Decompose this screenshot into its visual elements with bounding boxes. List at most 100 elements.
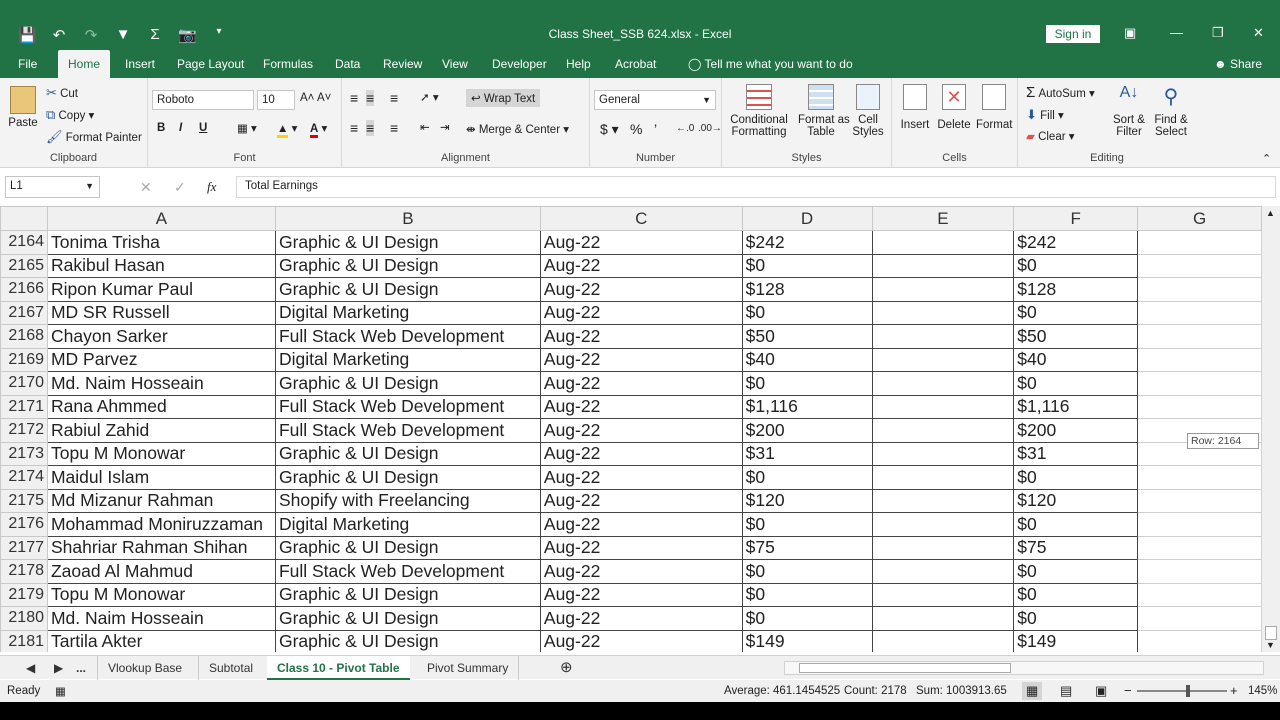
cell-earnings[interactable]: $0 [741,253,873,278]
bold-button[interactable]: B [157,122,165,134]
cell-total-earnings[interactable]: $0 [1013,606,1139,631]
cell-total-earnings[interactable]: $0 [1013,465,1139,490]
cell-earnings[interactable]: $0 [741,606,873,631]
cell-empty[interactable] [1137,512,1262,537]
cell-total-earnings[interactable]: $0 [1013,582,1139,607]
decrease-decimal-icon[interactable]: .00→ [698,123,722,134]
row-header[interactable]: 2179 [0,582,48,607]
cell-empty[interactable] [1137,488,1262,513]
cell-month[interactable]: Aug-22 [539,441,743,466]
cell-empty[interactable] [1137,347,1262,372]
cell-empty[interactable] [1137,559,1262,584]
zoom-level[interactable]: 145% [1248,685,1277,697]
cell-name[interactable]: Md. Naim Hosseain [46,371,276,396]
cell-earnings[interactable]: $149 [741,629,873,652]
page-layout-view-icon[interactable]: ▤ [1060,683,1072,699]
tab-review[interactable]: Review [373,50,432,78]
cell-name[interactable]: MD SR Russell [46,300,276,325]
align-center-icon[interactable]: ≡ [366,120,375,136]
decrease-indent-icon[interactable]: ⇤ [420,120,430,134]
cell-name[interactable]: Md. Naim Hosseain [46,606,276,631]
cell-month[interactable]: Aug-22 [539,559,743,584]
autosum-button[interactable]: Σ AutoSum ▾ [1026,84,1095,101]
row-header[interactable]: 2170 [0,371,48,396]
cell-empty[interactable] [871,559,1015,584]
cell-name[interactable]: Topu M Monowar [46,582,276,607]
underline-button[interactable]: U [199,122,207,134]
row-header[interactable]: 2181 [0,629,48,652]
column-header-a[interactable]: A [46,206,276,231]
tab-help[interactable]: Help [556,50,601,78]
row-header[interactable]: 2166 [0,277,48,302]
cell-empty[interactable] [1137,629,1262,652]
sheet-tab-subtotal[interactable]: Subtotal [198,656,263,680]
cell-month[interactable]: Aug-22 [539,465,743,490]
insert-cells-button[interactable]: Insert [898,84,932,131]
cell-empty[interactable] [1137,535,1262,560]
cell-empty[interactable] [871,465,1015,490]
cell-empty[interactable] [871,253,1015,278]
cell-earnings[interactable]: $31 [741,441,873,466]
cell-earnings[interactable]: $0 [741,582,873,607]
cancel-entry-icon[interactable]: ✕ [140,179,152,196]
cell-course[interactable]: Digital Marketing [274,512,541,537]
cell-empty[interactable] [871,300,1015,325]
align-middle-icon[interactable]: ≡ [366,90,375,106]
cell-empty[interactable] [871,418,1015,443]
cell-total-earnings[interactable]: $0 [1013,512,1139,537]
cell-earnings[interactable]: $120 [741,488,873,513]
zoom-out-icon[interactable]: − [1124,683,1132,698]
column-header-c[interactable]: C [539,206,743,231]
add-sheet-icon[interactable]: ⊕ [550,656,583,680]
cell-name[interactable]: Shahriar Rahman Shihan [46,535,276,560]
tab-scroll-left-icon[interactable]: ◀ [16,656,45,680]
orientation-icon[interactable]: ➚ ▾ [420,90,439,104]
cell-course[interactable]: Graphic & UI Design [274,253,541,278]
name-box[interactable]: L1 ▼ [5,176,100,198]
insert-function-button[interactable]: fx [207,179,216,195]
vertical-scrollbar[interactable]: ▲ ▼ [1262,206,1280,652]
row-header[interactable]: 2174 [0,465,48,490]
cell-empty[interactable] [1137,582,1262,607]
cell-total-earnings[interactable]: $1,116 [1013,394,1139,419]
cell-course[interactable]: Full Stack Web Development [274,559,541,584]
cell-name[interactable]: Rakibul Hasan [46,253,276,278]
cell-total-earnings[interactable]: $149 [1013,629,1139,652]
cell-course[interactable]: Graphic & UI Design [274,277,541,302]
cell-total-earnings[interactable]: $0 [1013,300,1139,325]
row-header[interactable]: 2177 [0,535,48,560]
collapse-ribbon-icon[interactable]: ⌃ [1262,152,1271,165]
clear-button[interactable]: ▰ Clear ▾ [1026,129,1075,143]
cell-name[interactable]: Rabiul Zahid [46,418,276,443]
cell-empty[interactable] [1137,394,1262,419]
cell-total-earnings[interactable]: $0 [1013,371,1139,396]
scroll-down-icon[interactable]: ▼ [1266,640,1275,650]
cell-name[interactable]: Ripon Kumar Paul [46,277,276,302]
column-header-e[interactable]: E [871,206,1015,231]
cell-total-earnings[interactable]: $50 [1013,324,1139,349]
scroll-up-icon[interactable]: ▲ [1266,208,1275,218]
cell-course[interactable]: Graphic & UI Design [274,606,541,631]
cell-name[interactable]: Rana Ahmmed [46,394,276,419]
cell-course[interactable]: Graphic & UI Design [274,465,541,490]
tab-home[interactable]: Home [58,50,111,78]
row-header[interactable]: 2175 [0,488,48,513]
cell-empty[interactable] [871,606,1015,631]
currency-button[interactable]: $ ▾ [600,121,619,138]
cell-empty[interactable] [1137,300,1262,325]
cell-month[interactable]: Aug-22 [539,535,743,560]
more-sheets-button[interactable]: ... [66,656,96,680]
cell-empty[interactable] [1137,230,1262,255]
tab-developer[interactable]: Developer [482,50,557,78]
cell-total-earnings[interactable]: $242 [1013,230,1139,255]
cell-course[interactable]: Shopify with Freelancing [274,488,541,513]
column-header-f[interactable]: F [1013,206,1139,231]
cell-earnings[interactable]: $0 [741,371,873,396]
cell-month[interactable]: Aug-22 [539,512,743,537]
wrap-text-button[interactable]: ↩ Wrap Text [466,89,541,107]
tab-acrobat[interactable]: Acrobat [605,50,666,78]
cell-month[interactable]: Aug-22 [539,300,743,325]
font-name-box[interactable]: Roboto [152,90,254,110]
tell-me-search[interactable]: ◯ Tell me what you want to do [678,50,863,78]
cell-name[interactable]: Mohammad Moniruzzaman [46,512,276,537]
